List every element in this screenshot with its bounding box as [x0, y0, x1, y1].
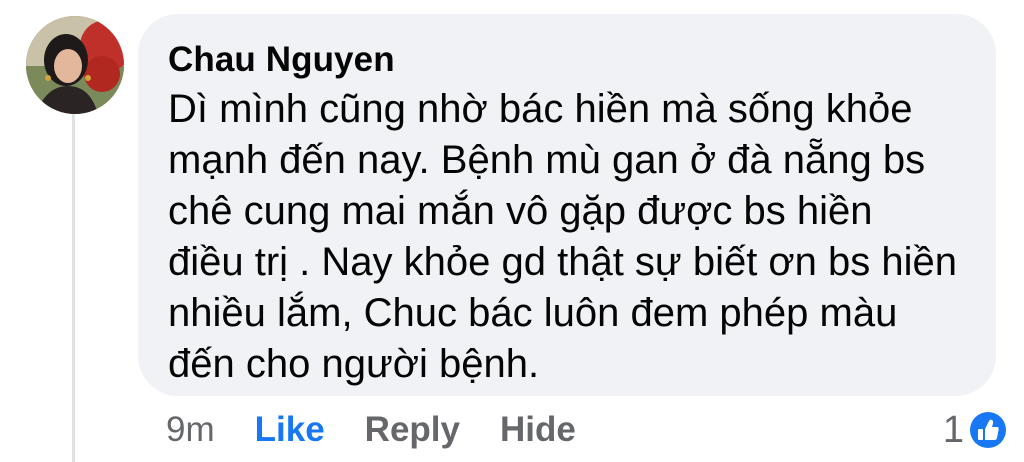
- comment-author[interactable]: Chau Nguyen: [168, 38, 966, 82]
- thread-connector-line: [72, 112, 75, 462]
- like-reaction-icon: [966, 408, 1010, 452]
- comment-timestamp[interactable]: 9m: [166, 410, 215, 450]
- reaction-count: 1: [942, 408, 964, 451]
- comment-actions: 9m Like Reply Hide: [166, 404, 576, 456]
- comment-text: Dì mình cũng nhờ bác hiền mà sống khỏe m…: [168, 87, 958, 386]
- comment-bubble: Chau Nguyen Dì mình cũng nhờ bác hiền mà…: [138, 14, 996, 396]
- comment-thread: Chau Nguyen Dì mình cũng nhờ bác hiền mà…: [0, 0, 1024, 462]
- reply-button[interactable]: Reply: [365, 410, 460, 450]
- hide-button[interactable]: Hide: [500, 410, 576, 450]
- reaction-summary[interactable]: 1: [943, 404, 1010, 456]
- avatar[interactable]: [26, 16, 124, 114]
- like-button[interactable]: Like: [255, 410, 325, 450]
- avatar-photo: [26, 16, 124, 114]
